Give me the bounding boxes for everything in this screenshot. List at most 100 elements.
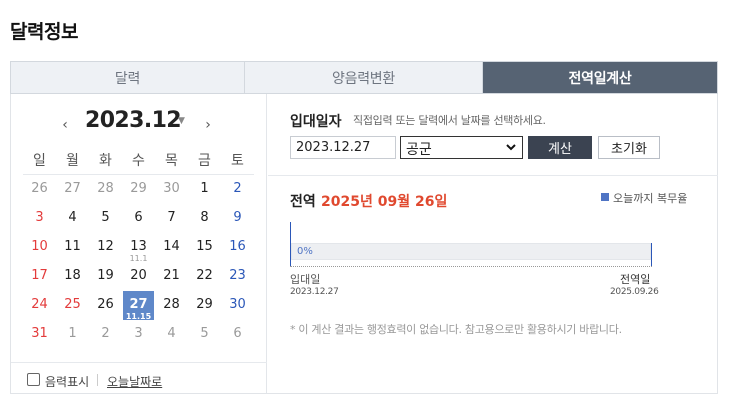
calendar-day[interactable]: 6 [122,204,155,233]
calculate-button[interactable]: 계산 [528,136,592,159]
calendar-day[interactable]: 29 [188,291,221,320]
day-number: 12 [97,239,114,254]
day-number: 2 [233,181,242,196]
end-date: 2025.09.26 [610,287,659,297]
calendar-day[interactable]: 17 [23,262,56,291]
tab-discharge-calc[interactable]: 전역일계산 [483,62,717,93]
calendar-day[interactable]: 2 [89,320,122,349]
calendar-day[interactable]: 24 [23,291,56,320]
calendar-day[interactable]: 7 [155,204,188,233]
calendar-day[interactable]: 31 [23,320,56,349]
calendar-day[interactable]: 30 [155,175,188,204]
calendar-panel: ‹ 2023.12 ▼ › 일 월 화 수 목 금 토 26 27 28 29 30 1 2 3 4 5 6 7 8 9… [11,94,267,393]
day-number: 25 [64,297,81,312]
enlist-date-input[interactable] [290,136,396,159]
today-link[interactable]: 오늘날짜로 [107,373,162,390]
start-label: 입대일 [290,273,321,286]
day-number: 26 [31,181,48,196]
day-number: 11 [64,239,81,254]
day-number: 21 [163,268,180,283]
calendar-week: 31 1 2 3 4 5 6 [23,320,254,349]
chevron-right-icon[interactable]: › [201,117,215,133]
calendar-day[interactable]: 16 [221,233,254,262]
day-number: 3 [35,210,44,225]
calendar-day[interactable]: 2 [221,175,254,204]
calendar-day[interactable]: 28 [155,291,188,320]
discharge-date: 2025년 09월 26일 [321,194,448,210]
calendar-day[interactable]: 3 [23,204,56,233]
day-number: 9 [233,210,242,225]
calendar-day-selected[interactable]: 27 11.15 [123,291,154,321]
day-number: 31 [31,326,48,341]
calendar-day[interactable]: 5 [188,320,221,349]
calendar-day[interactable]: 25 [56,291,89,320]
chevron-left-icon[interactable]: ‹ [58,117,72,133]
progress-end-tick [651,243,652,266]
day-number: 3 [134,326,143,341]
progress-track: 0% [291,243,651,260]
disclaimer-notice: * 이 계산 결과는 행정효력이 없습니다. 참고용으로만 활용하시기 바랍니다… [290,323,622,336]
calendar-day[interactable]: 10 [23,233,56,262]
day-number: 4 [167,326,176,341]
calendar-week: 10 11 12 13 11.1 14 15 16 [23,233,254,263]
service-progress: 0% [290,222,652,268]
calendar-day[interactable]: 19 [89,262,122,291]
tab-panel: ‹ 2023.12 ▼ › 일 월 화 수 목 금 토 26 27 28 29 30 1 2 3 4 5 6 7 8 9… [10,94,718,394]
end-label: 전역일 [620,273,651,286]
caret-down-icon[interactable]: ▼ [178,116,185,126]
weekday-label: 월 [66,153,79,169]
calendar-week: 26 27 28 29 30 1 2 [23,175,254,204]
calendar-day[interactable]: 9 [221,204,254,233]
day-number: 19 [97,268,114,283]
calendar-day[interactable]: 26 [89,291,122,320]
section-divider [268,175,718,176]
calendar-day[interactable]: 20 [122,262,155,291]
calendar-day[interactable]: 23 [221,262,254,291]
calendar-day[interactable]: 15 [188,233,221,262]
calendar-day[interactable]: 13 11.1 [122,233,155,263]
calendar-day[interactable]: 1 [56,320,89,349]
start-date: 2023.12.27 [290,287,339,297]
calendar-day[interactable]: 4 [155,320,188,349]
reset-button[interactable]: 초기화 [598,136,660,159]
calendar-day[interactable]: 5 [89,204,122,233]
calendar-day[interactable]: 21 [155,262,188,291]
progress-axis [290,266,652,267]
day-number: 13 [130,239,147,254]
calendar-day[interactable]: 6 [221,320,254,349]
weekday-label: 일 [33,153,46,169]
calendar-day[interactable]: 8 [188,204,221,233]
weekday-label: 화 [99,153,112,169]
branch-select[interactable]: 공군 [400,136,523,159]
legend-label: 오늘까지 복무율 [613,192,688,205]
tab-bar: 달력 양음력변환 전역일계산 [10,61,718,94]
calendar-day[interactable]: 4 [56,204,89,233]
calendar-day[interactable]: 11 [56,233,89,262]
page-title: 달력정보 [10,21,78,43]
calendar-day[interactable]: 22 [188,262,221,291]
discharge-calculator: 입대일자 직접입력 또는 달력에서 날짜를 선택하세요. 공군 계산 초기화 전… [268,94,718,393]
chevron-down-icon [506,144,516,151]
lunar-toggle-label[interactable]: 음력표시 [45,373,89,390]
day-number: 23 [229,268,246,283]
calendar-day[interactable]: 28 [89,175,122,204]
calendar-day[interactable]: 12 [89,233,122,262]
calendar-day[interactable]: 29 [122,175,155,204]
calendar-day[interactable]: 26 [23,175,56,204]
enlist-date-help: 직접입력 또는 달력에서 날짜를 선택하세요. [353,114,546,127]
calendar-day[interactable]: 3 [122,320,155,349]
calendar-day[interactable]: 14 [155,233,188,262]
calendar-day[interactable]: 30 [221,291,254,320]
lunar-toggle-checkbox[interactable] [27,373,40,386]
calendar-day[interactable]: 1 [188,175,221,204]
calendar-day[interactable]: 18 [56,262,89,291]
progress-percent: 0% [297,246,313,257]
day-number: 20 [130,268,147,283]
enlist-date-label: 입대일자 [290,114,342,130]
tab-lunar-convert[interactable]: 양음력변환 [245,62,483,93]
footer-divider [97,374,98,386]
day-number: 5 [101,210,110,225]
day-number: 6 [134,210,143,225]
calendar-day[interactable]: 27 [56,175,89,204]
tab-calendar[interactable]: 달력 [11,62,245,93]
